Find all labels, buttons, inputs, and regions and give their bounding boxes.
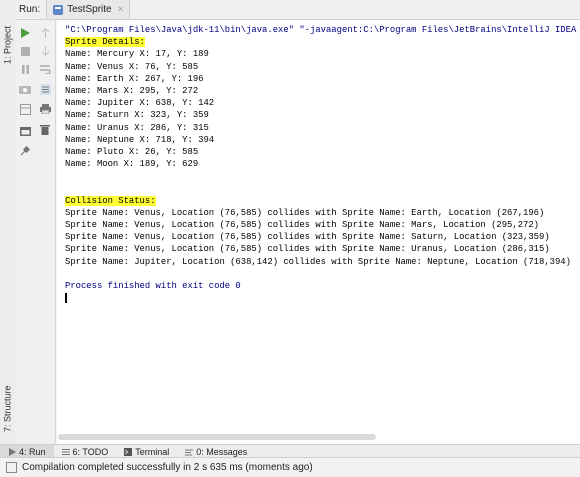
play-icon	[9, 447, 16, 456]
console-line: Name: Saturn X: 323, Y: 359	[65, 110, 209, 121]
restore-layout-button[interactable]	[18, 102, 32, 116]
messages-icon	[185, 449, 194, 455]
project-tool-tab[interactable]: 1: Project	[1, 4, 14, 64]
project-tab-label: 1: Project	[2, 25, 13, 64]
pin-icon	[20, 146, 30, 156]
tab-run-label: 4: Run	[19, 446, 46, 457]
arrow-up-icon	[41, 28, 49, 38]
arrow-down-icon	[41, 46, 49, 56]
window-icon	[19, 126, 31, 136]
show-window-button[interactable]	[18, 124, 32, 138]
tool-window-bar: 4: Run 6: TODO Terminal 0: Messages	[0, 444, 580, 458]
terminal-icon	[124, 447, 133, 456]
pause-icon	[21, 64, 29, 74]
console-line: Name: Uranus X: 286, Y: 315	[65, 122, 209, 133]
tab-label: TestSprite	[67, 4, 112, 15]
tab-todo-label: 6: TODO	[72, 446, 109, 457]
run-tool-header: Run: TestSprite ×	[15, 0, 580, 20]
stop-icon	[20, 46, 30, 56]
sprite-details-heading: Sprite Details:	[65, 37, 145, 48]
console-line: Name: Moon X: 189, Y: 629	[65, 159, 199, 170]
scroll-up-button[interactable]	[38, 26, 52, 40]
console-line: Name: Venus X: 76, Y: 585	[65, 61, 199, 72]
console-line: Name: Earth X: 267, Y: 196	[65, 73, 204, 84]
soft-wrap-icon	[39, 65, 50, 74]
print-button[interactable]	[38, 102, 52, 116]
camera-icon	[19, 86, 31, 94]
tab-terminal-label: Terminal	[135, 446, 170, 457]
run-toolbar-secondary	[35, 20, 56, 444]
scroll-to-end-icon	[39, 83, 51, 95]
soft-wrap-button[interactable]	[38, 62, 52, 76]
structure-tool-tab[interactable]: 7: Structure	[1, 372, 14, 432]
scroll-to-end-button[interactable]	[38, 82, 52, 96]
console-line: Name: Neptune X: 718, Y: 394	[65, 134, 215, 145]
console-line: Sprite Name: Venus, Location (76,585) co…	[65, 244, 550, 255]
tab-messages-label: 0: Messages	[196, 446, 248, 457]
pause-button[interactable]	[18, 62, 32, 76]
play-icon	[21, 28, 30, 38]
status-bar: Compilation completed successfully in 2 …	[0, 457, 580, 477]
list-icon	[61, 448, 70, 455]
run-label: Run:	[19, 4, 41, 15]
rerun-button[interactable]	[18, 26, 32, 40]
stop-button[interactable]	[18, 44, 32, 58]
layout-icon	[19, 103, 31, 115]
left-tool-strip: 1: Project 7: Structure	[0, 0, 16, 444]
scroll-down-button[interactable]	[38, 44, 52, 58]
status-message: Compilation completed successfully in 2 …	[22, 462, 313, 473]
structure-tab-label: 7: Structure	[2, 385, 13, 432]
close-icon[interactable]: ×	[118, 4, 124, 15]
print-icon	[39, 104, 51, 114]
text-caret	[65, 292, 67, 303]
run-toolbar-primary	[15, 20, 35, 444]
horizontal-scrollbar[interactable]	[58, 434, 376, 440]
console-line: Name: Pluto X: 26, Y: 585	[65, 146, 199, 157]
console-line: Sprite Name: Venus, Location (76,585) co…	[65, 232, 550, 243]
console-line: Name: Mercury X: 17, Y: 189	[65, 49, 209, 60]
dump-threads-button[interactable]	[18, 82, 32, 96]
console-line: Name: Mars X: 295, Y: 272	[65, 85, 199, 96]
status-toggle-icon[interactable]	[6, 462, 17, 473]
trash-icon	[40, 124, 50, 135]
console-line: Sprite Name: Venus, Location (76,585) co…	[65, 207, 545, 218]
run-config-icon	[53, 4, 64, 15]
console-line: Name: Jupiter X: 638, Y: 142	[65, 98, 215, 109]
console-line: Sprite Name: Jupiter, Location (638,142)…	[65, 256, 571, 267]
pin-tab-button[interactable]	[18, 144, 32, 158]
clear-all-button[interactable]	[38, 122, 52, 136]
collision-status-heading: Collision Status:	[65, 195, 156, 206]
exit-message: Process finished with exit code 0	[65, 280, 241, 291]
console-line: Sprite Name: Venus, Location (76,585) co…	[65, 220, 540, 230]
command-line: "C:\Program Files\Java\jdk-11\bin\java.e…	[65, 25, 580, 35]
console-output[interactable]: "C:\Program Files\Java\jdk-11\bin\java.e…	[57, 20, 580, 444]
tab-testsprite[interactable]: TestSprite ×	[46, 0, 131, 19]
